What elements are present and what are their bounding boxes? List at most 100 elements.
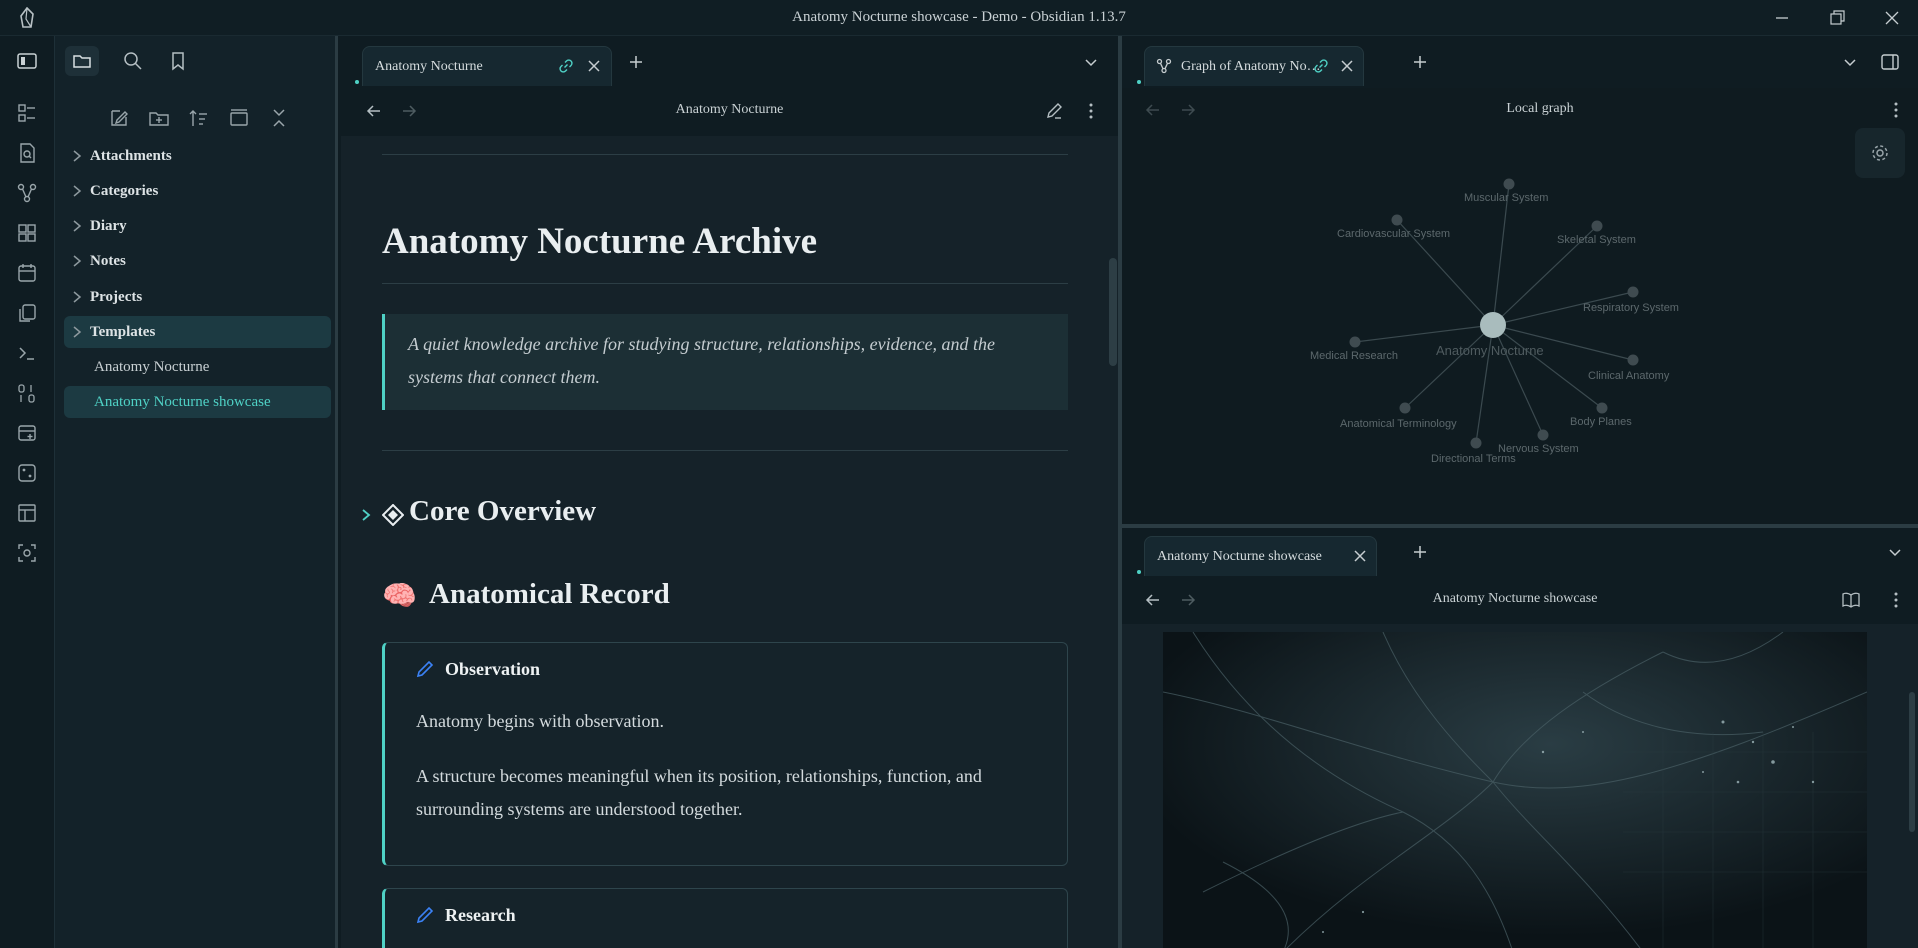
tab-graph[interactable]: Graph of Anatomy No… bbox=[1144, 46, 1364, 86]
graph-node[interactable] bbox=[1391, 214, 1403, 226]
graph-node-label: Muscular System bbox=[1464, 192, 1549, 204]
folder-item[interactable]: Notes bbox=[64, 245, 331, 277]
link-icon[interactable] bbox=[558, 58, 574, 74]
calendar-icon[interactable] bbox=[16, 262, 38, 284]
graph-node[interactable] bbox=[1596, 402, 1608, 414]
close-window-icon[interactable] bbox=[1882, 8, 1902, 28]
bottom-tab-bar: Anatomy Nocturne showcase bbox=[1122, 528, 1918, 576]
callout-paragraph: Anatomy begins with observation. bbox=[416, 711, 664, 731]
chevron-right-icon bbox=[64, 150, 84, 162]
new-folder-icon[interactable] bbox=[148, 107, 170, 129]
tab-title: Anatomy Nocturne showcase bbox=[1157, 548, 1322, 564]
graph-edge bbox=[1492, 183, 1510, 326]
files-tab-button[interactable] bbox=[65, 46, 99, 76]
dice-icon[interactable] bbox=[16, 462, 38, 484]
fold-chevron-icon[interactable] bbox=[360, 508, 372, 522]
new-note-icon[interactable] bbox=[108, 107, 130, 129]
editor-view-title: Anatomy Nocturne bbox=[675, 102, 784, 117]
layout-icon[interactable] bbox=[16, 502, 38, 524]
bottom-view-header: Anatomy Nocturne showcase bbox=[1122, 576, 1918, 624]
file-explorer-sidebar: Attachments Categories Diary Notes Projects T… bbox=[55, 36, 338, 948]
graph-icon[interactable] bbox=[16, 182, 38, 204]
divider bbox=[382, 450, 1068, 451]
more-options-icon[interactable] bbox=[1887, 591, 1905, 609]
callout-title: Research bbox=[445, 905, 516, 925]
graph-node-label: Directional Terms bbox=[1431, 453, 1516, 465]
link-icon[interactable] bbox=[1313, 58, 1329, 74]
restore-icon[interactable] bbox=[1827, 8, 1847, 28]
graph-canvas[interactable] bbox=[1122, 88, 1918, 524]
tab-title: Anatomy Nocturne bbox=[375, 58, 483, 74]
sidebar-toggle-icon[interactable] bbox=[16, 50, 38, 72]
scan-icon[interactable] bbox=[16, 542, 38, 564]
graph-node[interactable] bbox=[1627, 286, 1639, 298]
tab-anatomy-nocturne-showcase[interactable]: Anatomy Nocturne showcase bbox=[1144, 536, 1377, 576]
close-tab-icon[interactable] bbox=[1352, 548, 1368, 564]
left-tab-bar: Anatomy Nocturne bbox=[341, 36, 1118, 88]
graph-node[interactable] bbox=[1591, 220, 1603, 232]
more-options-icon[interactable] bbox=[1082, 102, 1100, 120]
graph-node[interactable] bbox=[1503, 178, 1515, 190]
collapse-view-icon[interactable] bbox=[228, 107, 250, 129]
right-sidebar-toggle-icon[interactable] bbox=[1880, 52, 1900, 72]
edit-pencil-icon[interactable] bbox=[1045, 102, 1063, 120]
binary-icon[interactable] bbox=[16, 382, 38, 404]
close-tab-icon[interactable] bbox=[1339, 58, 1355, 74]
add-database-icon[interactable] bbox=[16, 422, 38, 444]
graph-node[interactable] bbox=[1627, 354, 1639, 366]
tab-list-chevron-icon[interactable] bbox=[1842, 54, 1858, 70]
graph-node[interactable] bbox=[1399, 402, 1411, 414]
folder-item[interactable]: Categories bbox=[64, 175, 331, 207]
tree-item-label: Attachments bbox=[90, 147, 172, 164]
new-tab-icon[interactable] bbox=[1412, 544, 1428, 560]
callout-observation: Observation Anatomy begins with observat… bbox=[382, 642, 1068, 866]
grid-icon[interactable] bbox=[16, 222, 38, 244]
collapse-all-icon[interactable] bbox=[268, 107, 290, 129]
graph-icon bbox=[1156, 58, 1172, 74]
tab-anatomy-nocturne[interactable]: Anatomy Nocturne bbox=[362, 46, 612, 86]
heading-anatomical-record: Anatomical Record bbox=[429, 578, 670, 610]
folder-item[interactable]: Diary bbox=[64, 210, 331, 242]
file-item[interactable]: Anatomy Nocturne showcase bbox=[64, 386, 331, 418]
graph-edge bbox=[1492, 324, 1603, 409]
chevron-right-icon bbox=[64, 220, 84, 232]
folder-item[interactable]: Projects bbox=[64, 281, 331, 313]
tree-item-label: Diary bbox=[90, 217, 127, 234]
new-tab-icon[interactable] bbox=[1412, 54, 1428, 70]
graph-edge bbox=[1354, 324, 1494, 343]
dashboard-icon[interactable] bbox=[16, 102, 38, 124]
file-search-icon[interactable] bbox=[16, 142, 38, 164]
anatomy-artwork-image bbox=[1163, 632, 1867, 948]
folder-item[interactable]: Attachments bbox=[64, 140, 331, 172]
new-tab-icon[interactable] bbox=[628, 54, 644, 70]
tab-list-chevron-icon[interactable] bbox=[1887, 544, 1903, 560]
close-tab-icon[interactable] bbox=[586, 58, 602, 74]
book-open-icon[interactable] bbox=[1842, 591, 1860, 609]
graph-center-node[interactable] bbox=[1480, 312, 1506, 338]
markdown-editor: Anatomy Nocturne Anatomy Nocturne Archiv… bbox=[341, 88, 1118, 948]
file-item[interactable]: Anatomy Nocturne bbox=[64, 351, 331, 383]
tab-list-chevron-icon[interactable] bbox=[1083, 54, 1099, 70]
bookmark-icon[interactable] bbox=[167, 50, 189, 72]
terminal-icon[interactable] bbox=[16, 342, 38, 364]
copy-icon[interactable] bbox=[16, 302, 38, 324]
reading-scrollbar[interactable] bbox=[1909, 692, 1915, 832]
editor-scrollbar[interactable] bbox=[1109, 258, 1117, 366]
sort-icon[interactable] bbox=[188, 107, 210, 129]
tab-accent bbox=[1137, 80, 1141, 84]
graph-node[interactable] bbox=[1349, 336, 1361, 348]
chevron-right-icon bbox=[64, 291, 84, 303]
graph-node-label: Clinical Anatomy bbox=[1588, 370, 1670, 382]
minimize-icon[interactable] bbox=[1772, 8, 1792, 28]
graph-node[interactable] bbox=[1537, 429, 1549, 441]
chevron-right-icon bbox=[64, 185, 84, 197]
folder-item[interactable]: Templates bbox=[64, 316, 331, 348]
local-graph-view[interactable]: Local graph Muscular System Cardiovascula… bbox=[1122, 88, 1918, 524]
search-icon[interactable] bbox=[122, 50, 144, 72]
graph-node[interactable] bbox=[1470, 437, 1482, 449]
editor-header: Anatomy Nocturne bbox=[341, 88, 1118, 136]
graph-node-label: Skeletal System bbox=[1557, 234, 1636, 246]
graph-edge bbox=[1404, 324, 1494, 409]
tree-item-label: Anatomy Nocturne bbox=[94, 358, 210, 375]
title-bar: Anatomy Nocturne showcase - Demo - Obsid… bbox=[0, 0, 1918, 36]
